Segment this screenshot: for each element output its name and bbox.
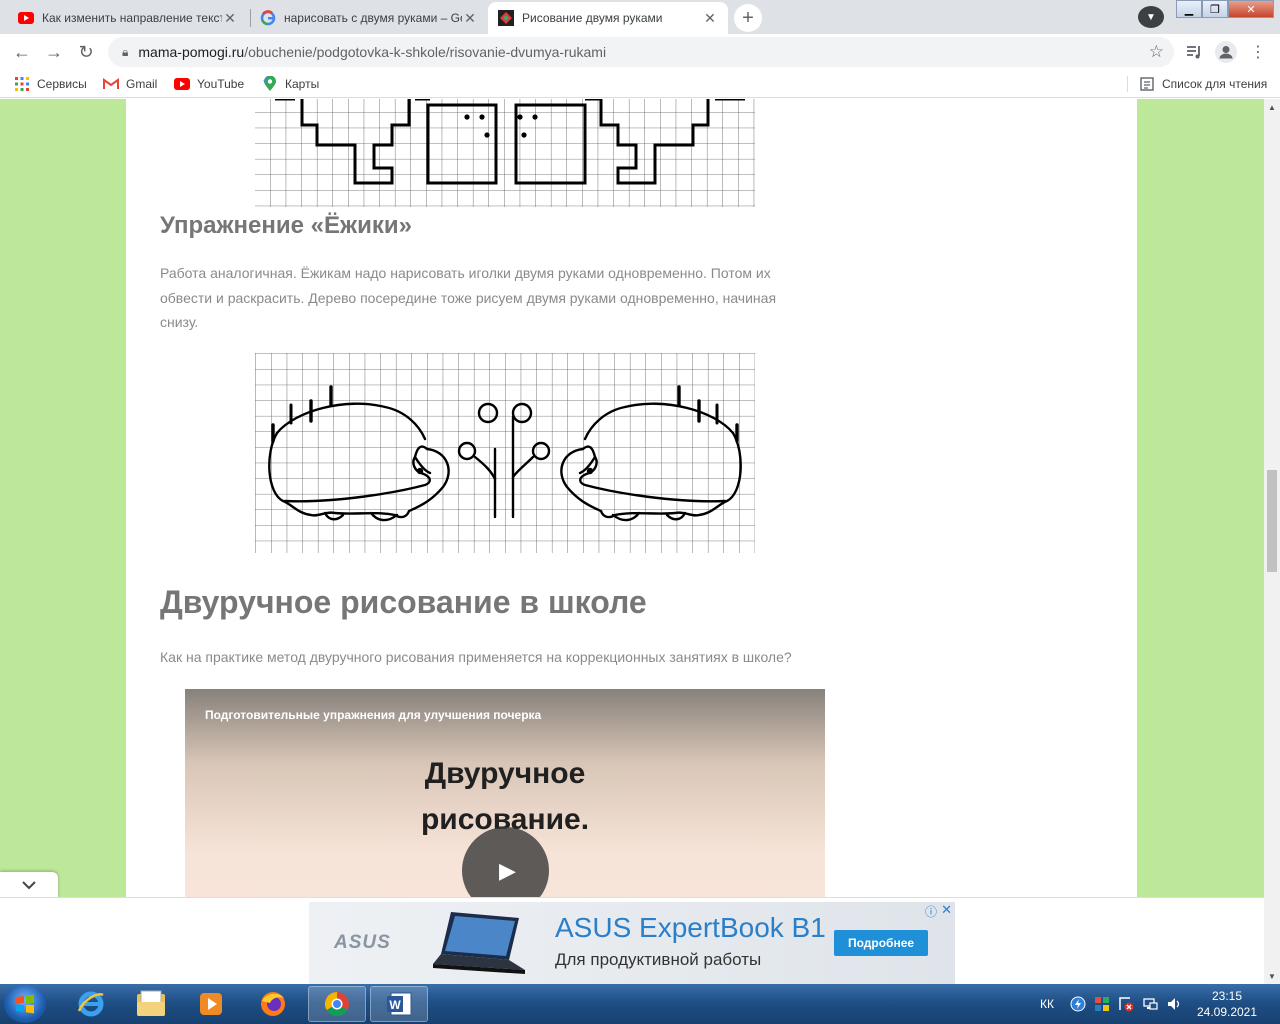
scroll-down-icon[interactable]: ▼ <box>1264 968 1280 984</box>
windows-logo-icon <box>16 994 34 1014</box>
menu-kebab-icon[interactable]: ⋮ <box>1246 40 1270 64</box>
bookmark-label: Сервисы <box>37 77 87 91</box>
close-tab-icon[interactable]: ✕ <box>222 10 238 27</box>
bookmark-maps[interactable]: Карты <box>262 76 319 92</box>
lock-icon[interactable]: 🔒︎ <box>122 45 128 60</box>
video-title[interactable]: Подготовительные упражнения для улучшени… <box>205 708 541 722</box>
ad-brand-logo: ASUS <box>334 932 391 953</box>
bookmark-star-icon[interactable]: ☆ <box>1149 42 1164 62</box>
scrollbar-thumb[interactable] <box>1267 470 1277 572</box>
close-tab-icon[interactable]: ✕ <box>702 10 718 27</box>
clock-date: 24.09.2021 <box>1196 1005 1258 1019</box>
address-bar[interactable]: 🔒︎ mama-pomogi.ru/obuchenie/podgotovka-k… <box>108 37 1174 67</box>
hedgehog-text-line: обвести и раскрасить. Дерево посередине … <box>160 290 777 306</box>
svg-text:W: W <box>389 998 401 1012</box>
tab-search-icon[interactable]: ▼ <box>1138 6 1164 28</box>
ad-headline: ASUS ExpertBook B1 <box>555 912 826 943</box>
tab-title: нарисовать с двумя руками – Google <box>284 11 462 25</box>
maximize-button[interactable]: ❐ <box>1202 0 1228 18</box>
network-icon[interactable] <box>1142 984 1158 1024</box>
scroll-up-icon[interactable]: ▲ <box>1264 99 1280 115</box>
volume-icon[interactable] <box>1166 984 1182 1024</box>
forward-icon[interactable]: → <box>42 40 66 64</box>
power-icon[interactable] <box>1070 984 1086 1024</box>
ad-info-icon[interactable]: ⓘ <box>925 903 937 920</box>
minimize-button[interactable]: ▁ <box>1176 0 1202 18</box>
taskbar-chrome-icon[interactable] <box>308 986 366 1022</box>
language-indicator[interactable]: КК <box>1040 984 1054 1024</box>
collapse-ad-button[interactable] <box>0 872 58 898</box>
bookmark-services[interactable]: Сервисы <box>14 76 87 92</box>
tab-google[interactable]: нарисовать с двумя руками – Google ✕ <box>250 2 488 34</box>
asus-ad[interactable]: ASUS ASUS ExpertBook B1 Для продуктивной… <box>309 902 955 984</box>
start-button[interactable] <box>4 985 46 1023</box>
close-window-button[interactable]: ✕ <box>1228 0 1274 18</box>
taskbar-word-icon[interactable]: W <box>370 986 428 1022</box>
grid-exercise-image <box>255 99 755 207</box>
action-center-icon[interactable] <box>1118 984 1134 1024</box>
reading-list-button[interactable]: Список для чтения <box>1139 76 1267 92</box>
hedgehog-exercise-image <box>255 353 755 553</box>
windows-taskbar: W КК 23:15 24.09.2021 <box>0 984 1280 1024</box>
close-tab-icon[interactable]: ✕ <box>462 10 478 27</box>
tab-active-risovanie[interactable]: Рисование двумя руками ✕ <box>488 2 728 34</box>
reload-icon[interactable]: ↻ <box>74 40 98 64</box>
gmail-icon <box>103 76 119 92</box>
laptop-image <box>433 912 525 974</box>
window-controls: ▁ ❐ ✕ <box>1176 0 1274 18</box>
profile-avatar-icon[interactable] <box>1214 40 1238 64</box>
site-icon <box>498 10 514 26</box>
hedgehog-text-line: снизу. <box>160 314 199 330</box>
youtube-icon <box>174 76 190 92</box>
ad-close-icon[interactable]: ✕ <box>941 902 952 918</box>
bookmark-label: YouTube <box>197 77 245 91</box>
bookmark-gmail[interactable]: Gmail <box>103 76 157 92</box>
taskbar-firefox-icon[interactable] <box>244 986 302 1022</box>
ad-banner-bar: ASUS ASUS ExpertBook B1 Для продуктивной… <box>0 897 1264 984</box>
maps-icon <box>262 76 278 92</box>
school-section-heading: Двуручное рисование в школе <box>160 584 647 620</box>
clock-time: 23:15 <box>1211 989 1243 1003</box>
hedgehog-exercise-heading: Упражнение «Ёжики» <box>160 212 412 239</box>
bookmark-label: Gmail <box>126 77 158 91</box>
school-section-text: Как на практике метод двуручного рисован… <box>160 649 792 665</box>
apps-grid-icon <box>14 76 30 92</box>
url-path: /obuchenie/podgotovka-k-shkole/risovanie… <box>244 44 607 60</box>
taskbar-media-player-icon[interactable] <box>182 986 240 1022</box>
page-scrollbar[interactable]: ▲ ▼ <box>1264 99 1280 984</box>
bookmark-youtube[interactable]: YouTube <box>174 76 244 92</box>
browser-toolbar: ← → ↻ 🔒︎ mama-pomogi.ru/obuchenie/podgot… <box>0 34 1280 70</box>
google-icon <box>260 10 276 26</box>
url-host: mama-pomogi.ru <box>138 44 245 60</box>
ad-subline: Для продуктивной работы <box>555 950 762 969</box>
reading-list-label: Список для чтения <box>1162 77 1268 91</box>
youtube-icon <box>18 10 34 26</box>
ad-cta-button[interactable]: Подробнее <box>834 930 928 956</box>
tab-title: Рисование двумя руками <box>522 11 663 25</box>
new-tab-button[interactable]: + <box>734 4 762 32</box>
reading-list-icon <box>1139 76 1155 92</box>
hedgehog-text-line: Работа аналогичная. Ёжикам надо нарисова… <box>160 265 771 281</box>
tab-title: Как изменить направление текста <box>42 11 222 25</box>
reading-queue-icon[interactable] <box>1182 40 1206 64</box>
back-icon[interactable]: ← <box>10 40 34 64</box>
web-page: Упражнение «Ёжики» Работа аналогичная. Ё… <box>0 99 1264 984</box>
tab-youtube[interactable]: Как изменить направление текста ✕ <box>8 2 248 34</box>
office-tray-icon[interactable] <box>1094 984 1110 1024</box>
bookmark-label: Карты <box>285 77 320 91</box>
bookmarks-bar: Сервисы Gmail YouTube Карты Список для ч… <box>0 70 1280 98</box>
taskbar-ie-icon[interactable] <box>62 986 120 1022</box>
taskbar-explorer-icon[interactable] <box>122 986 180 1022</box>
video-caption-line: Двуручное <box>424 757 586 790</box>
system-clock[interactable]: 23:15 24.09.2021 <box>1196 988 1258 1020</box>
tab-strip: Как изменить направление текста ✕ нарисо… <box>0 0 1280 34</box>
